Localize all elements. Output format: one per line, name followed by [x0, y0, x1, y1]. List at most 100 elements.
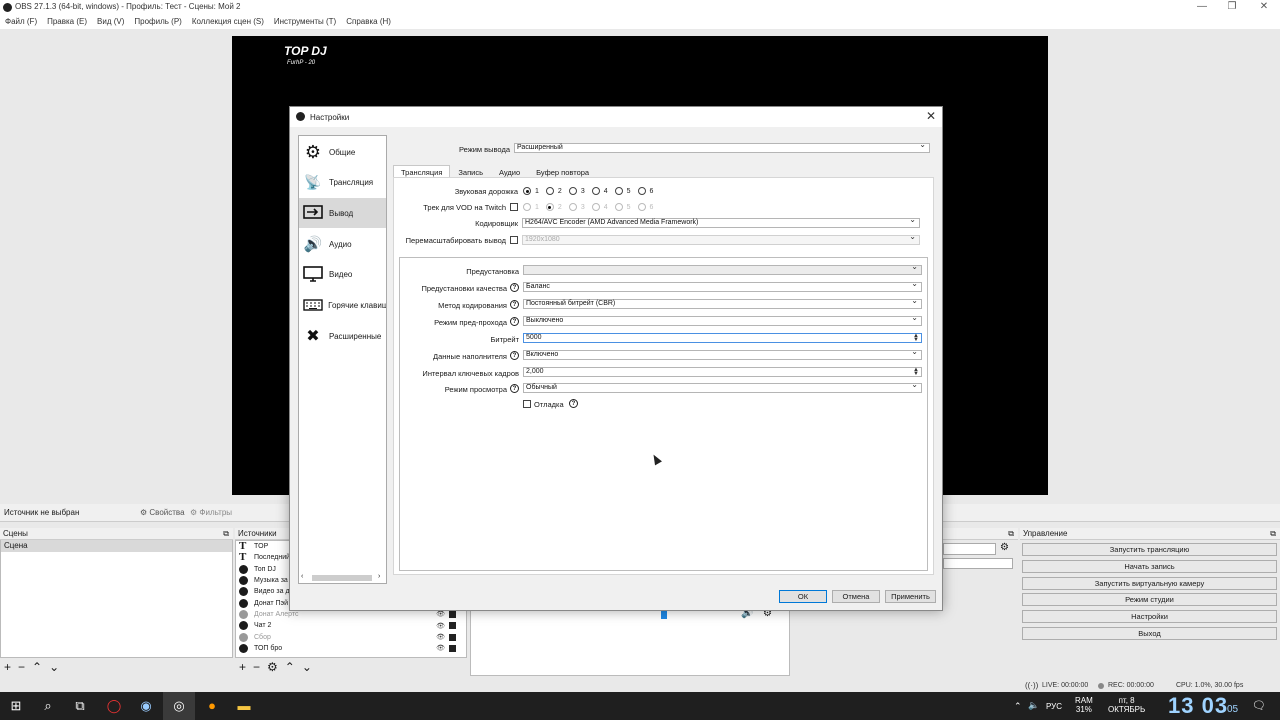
lock-icon[interactable]	[449, 622, 456, 630]
vod-track-radio-2[interactable]	[545, 203, 554, 211]
filler-data-select[interactable]: Включено	[523, 348, 922, 360]
sidebar-item-stream[interactable]: 📡 Трансляция	[299, 167, 386, 197]
move-down-icon[interactable]: ⌄	[302, 660, 312, 674]
visibility-eye-icon[interactable]: 👁	[436, 644, 445, 652]
settings-button[interactable]: Настройки	[1022, 610, 1277, 623]
filler-help-icon[interactable]: ?	[510, 351, 519, 360]
clock-time[interactable]: 13 03	[1168, 693, 1228, 719]
vod-track-radio-5[interactable]	[614, 203, 623, 211]
bitrate-spinbox[interactable]: 5000 ▲ ▼	[523, 333, 922, 343]
start-streaming-button[interactable]: Запустить трансляцию	[1022, 543, 1277, 556]
view-mode-help-icon[interactable]: ?	[510, 384, 519, 393]
ok-button[interactable]: ОК	[779, 590, 827, 603]
rate-control-select[interactable]: Постоянный битрейт (CBR)	[523, 297, 922, 309]
source-properties-gear-icon[interactable]: ⚙	[267, 660, 278, 674]
audio-track-radio-3[interactable]	[568, 187, 577, 195]
vod-track-radio-4[interactable]	[591, 203, 600, 211]
tab-stream[interactable]: Трансляция	[393, 165, 451, 177]
opera-icon[interactable]: ◯	[98, 692, 130, 720]
minimize-button[interactable]: —	[1186, 0, 1218, 15]
rescale-checkbox[interactable]	[510, 236, 518, 244]
rate-control-help-icon[interactable]: ?	[510, 300, 519, 309]
undock-icon[interactable]: ⧉	[1008, 528, 1014, 539]
audio-track-radio-5[interactable]	[614, 187, 623, 195]
transition-select[interactable]	[943, 543, 996, 555]
properties-button[interactable]: ⚙ Свойства	[140, 508, 185, 517]
scroll-right-icon[interactable]: ›	[378, 573, 380, 580]
start-recording-button[interactable]: Начать запись	[1022, 560, 1277, 573]
scenes-list[interactable]	[0, 540, 233, 658]
undock-icon[interactable]: ⧉	[223, 528, 229, 539]
app-icon[interactable]: ●	[196, 692, 228, 720]
sidebar-item-video[interactable]: Видео	[299, 259, 386, 289]
add-source-icon[interactable]: +	[239, 660, 246, 674]
transition-duration-spinbox[interactable]	[943, 558, 1013, 569]
start-virtual-camera-button[interactable]: Запустить виртуальную камеру	[1022, 577, 1277, 590]
menu-help[interactable]: Справка (H)	[341, 15, 396, 29]
menu-profile[interactable]: Профиль (P)	[129, 15, 186, 29]
scrollbar-thumb[interactable]	[312, 575, 372, 581]
visibility-eye-icon[interactable]: 👁	[436, 610, 445, 618]
close-dialog-icon[interactable]: ✕	[926, 109, 936, 123]
move-up-icon[interactable]: ⌃	[32, 660, 42, 674]
cancel-button[interactable]: Отмена	[832, 590, 880, 603]
vod-track-radio-3[interactable]	[568, 203, 577, 211]
vod-track-checkbox[interactable]	[510, 203, 518, 211]
tab-audio[interactable]: Аудио	[491, 165, 528, 177]
filters-button[interactable]: ⚙ Фильтры	[190, 508, 232, 517]
steam-icon[interactable]: ◉	[130, 692, 162, 720]
spin-arrows-icon[interactable]: ▲ ▼	[912, 333, 920, 343]
move-up-icon[interactable]: ⌃	[285, 660, 295, 674]
sidebar-item-hotkeys[interactable]: Горячие клавиш	[299, 290, 386, 320]
volume-icon[interactable]: 🔈	[1028, 700, 1039, 711]
menu-edit[interactable]: Правка (E)	[42, 15, 92, 29]
preset-select[interactable]	[523, 263, 922, 275]
remove-source-icon[interactable]: −	[253, 660, 260, 674]
menu-view[interactable]: Вид (V)	[92, 15, 129, 29]
debug-help-icon[interactable]: ?	[569, 399, 578, 408]
maximize-button[interactable]: ❐	[1216, 0, 1248, 15]
menu-tools[interactable]: Инструменты (T)	[269, 15, 341, 29]
close-window-button[interactable]: ✕	[1248, 0, 1280, 15]
search-icon[interactable]: ⌕	[32, 692, 64, 720]
quality-preset-select[interactable]: Баланс	[523, 280, 922, 292]
keyframe-interval-spinbox[interactable]: 2,000 ▲ ▼	[523, 367, 922, 377]
vod-track-radio-1[interactable]	[523, 203, 531, 211]
lock-icon[interactable]	[449, 633, 456, 641]
view-mode-select[interactable]: Обычный	[523, 381, 922, 393]
debug-checkbox[interactable]	[523, 400, 531, 408]
lock-icon[interactable]	[449, 610, 456, 618]
rescale-select[interactable]: 1920x1080	[522, 233, 920, 245]
volume-slider-handle[interactable]	[661, 611, 667, 619]
apply-button[interactable]: Применить	[885, 590, 936, 603]
transition-gear-icon[interactable]: ⚙	[1000, 542, 1009, 553]
lock-icon[interactable]	[449, 644, 456, 652]
source-item[interactable]: Чат 2 👁	[236, 620, 466, 631]
prepass-select[interactable]: Выключено	[523, 314, 922, 326]
quality-help-icon[interactable]: ?	[510, 283, 519, 292]
vod-track-radio-6[interactable]	[637, 203, 646, 211]
file-explorer-icon[interactable]: ▬	[228, 692, 260, 720]
audio-track-radio-2[interactable]	[545, 187, 554, 195]
scene-item[interactable]: Сцена	[1, 540, 232, 552]
sidebar-item-audio[interactable]: 🔊 Аудио	[299, 229, 386, 259]
tab-replay-buffer[interactable]: Буфер повтора	[528, 165, 597, 177]
output-mode-select[interactable]: Расширенный	[514, 141, 930, 153]
undock-icon[interactable]: ⧉	[1270, 528, 1276, 539]
visibility-eye-icon[interactable]: 👁	[436, 622, 445, 630]
scroll-left-icon[interactable]: ‹	[301, 573, 303, 580]
menu-scene-collection[interactable]: Коллекция сцен (S)	[187, 15, 269, 29]
sidebar-horizontal-scrollbar[interactable]: ‹ ›	[300, 573, 386, 583]
notifications-icon[interactable]: 🗨	[1252, 699, 1266, 712]
audio-track-radio-1[interactable]	[523, 187, 531, 195]
encoder-select[interactable]: H264/AVC Encoder (AMD Advanced Media Fra…	[522, 216, 920, 228]
source-item[interactable]: ТОП бро 👁	[236, 643, 466, 654]
task-view-icon[interactable]: ⧉	[64, 692, 96, 720]
source-item[interactable]: Сбор 👁	[236, 631, 466, 642]
sidebar-item-general[interactable]: ⚙ Общие	[299, 137, 386, 167]
input-language[interactable]: РУС	[1046, 702, 1062, 711]
prepass-help-icon[interactable]: ?	[510, 317, 519, 326]
spin-arrows-icon[interactable]: ▲ ▼	[912, 367, 920, 377]
remove-scene-icon[interactable]: −	[18, 660, 25, 674]
windows-start-icon[interactable]: ⊞	[0, 692, 32, 720]
